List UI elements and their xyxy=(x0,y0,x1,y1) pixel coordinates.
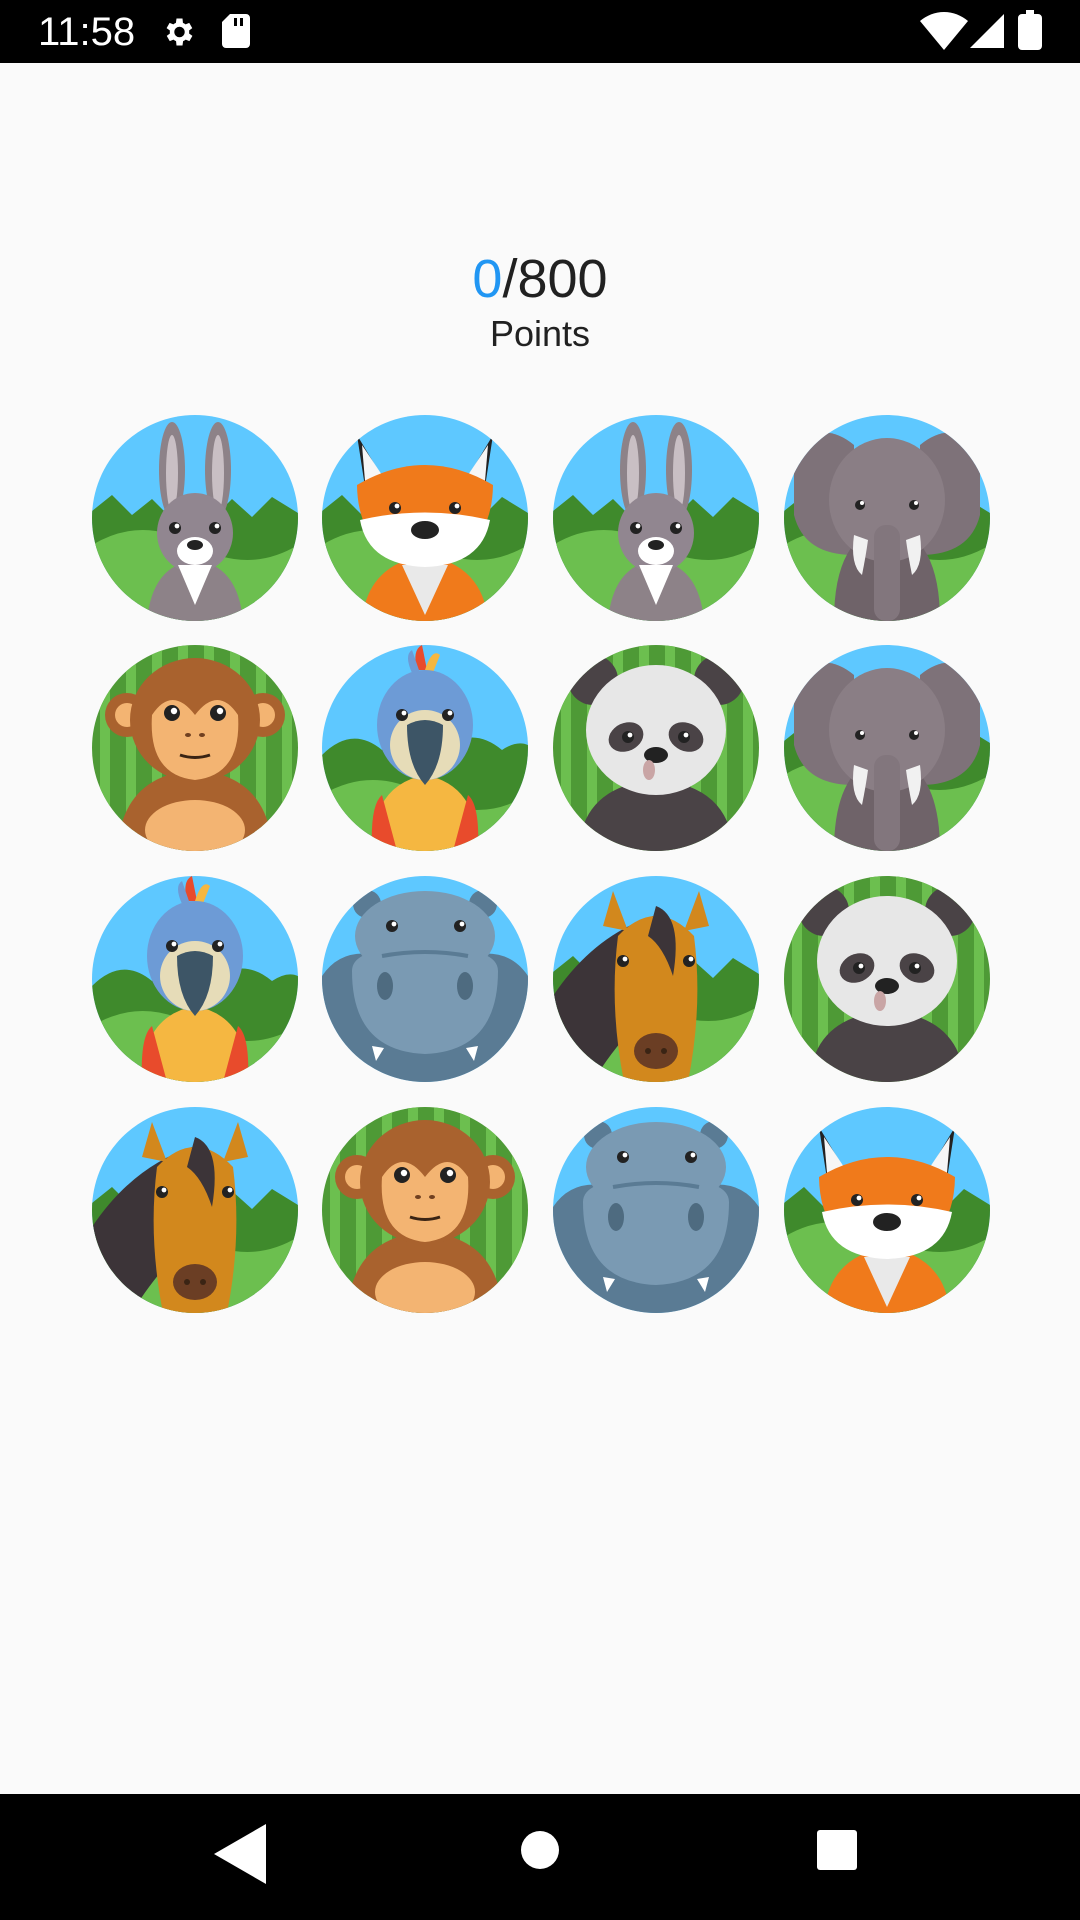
gear-icon xyxy=(166,18,193,46)
card-rabbit[interactable] xyxy=(92,415,298,621)
card-monkey[interactable] xyxy=(92,645,298,851)
card-horse[interactable] xyxy=(92,1107,298,1313)
card-fox[interactable] xyxy=(322,415,528,621)
navigation-bar xyxy=(0,1794,1080,1920)
fox-image xyxy=(322,415,528,621)
panda-image xyxy=(553,645,759,851)
card-fox[interactable] xyxy=(784,1107,990,1313)
elephant-image xyxy=(784,645,990,851)
status-bar: 11:58 xyxy=(0,0,1080,63)
fox-image xyxy=(784,1107,990,1313)
monkey-image xyxy=(322,1107,528,1313)
parrot-image xyxy=(322,645,528,851)
card-elephant[interactable] xyxy=(784,645,990,851)
back-icon[interactable] xyxy=(214,1824,266,1884)
signal-icon xyxy=(970,14,1004,48)
score-display: 0/800 Points xyxy=(0,248,1080,356)
card-monkey[interactable] xyxy=(322,1107,528,1313)
sd-card-icon xyxy=(222,14,250,48)
wifi-icon xyxy=(920,12,968,50)
card-parrot[interactable] xyxy=(92,876,298,1082)
rabbit-image xyxy=(92,415,298,621)
card-hippo[interactable] xyxy=(553,1107,759,1313)
hippo-image xyxy=(322,876,528,1082)
elephant-image xyxy=(784,415,990,621)
card-parrot[interactable] xyxy=(322,645,528,851)
card-panda[interactable] xyxy=(784,876,990,1082)
status-time: 11:58 xyxy=(38,10,136,54)
horse-image xyxy=(92,1107,298,1313)
score-total: /800 xyxy=(502,249,608,309)
hippo-image xyxy=(553,1107,759,1313)
battery-icon xyxy=(1018,10,1042,50)
panda-image xyxy=(784,876,990,1082)
rabbit-image xyxy=(553,415,759,621)
score-label: Points xyxy=(489,313,591,354)
horse-image xyxy=(553,876,759,1082)
recents-icon[interactable] xyxy=(816,1829,858,1871)
card-horse[interactable] xyxy=(553,876,759,1082)
monkey-image xyxy=(92,645,298,851)
card-rabbit[interactable] xyxy=(553,415,759,621)
score-value: 0/800 xyxy=(0,248,1080,310)
card-panda[interactable] xyxy=(553,645,759,851)
card-hippo[interactable] xyxy=(322,876,528,1082)
score-current: 0 xyxy=(472,249,503,309)
card-elephant[interactable] xyxy=(784,415,990,621)
home-icon[interactable] xyxy=(520,1830,560,1870)
parrot-image xyxy=(92,876,298,1082)
